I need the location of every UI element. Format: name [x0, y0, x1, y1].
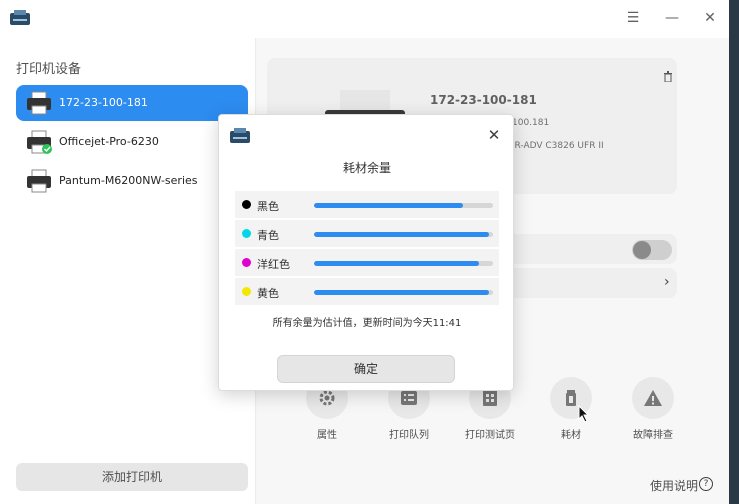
- printer-app-icon: [10, 10, 30, 25]
- supply-row-cyan: 青色: [235, 220, 499, 247]
- printer-item-pantum-m6200nw-series[interactable]: Pantum-M6200NW-series: [16, 163, 248, 199]
- dialog-title: 耗材余量: [342, 161, 391, 175]
- supply-level-fill: [314, 232, 490, 237]
- supply-color-dot: [242, 200, 251, 209]
- minimize-button[interactable]: —: [662, 9, 682, 27]
- supply-color-dot: [242, 287, 251, 296]
- ok-button[interactable]: 确定: [277, 355, 455, 383]
- supply-row-yellow: 黄色: [235, 278, 499, 305]
- supply-color-dot: [242, 229, 251, 238]
- printer-icon: [27, 91, 51, 115]
- printer-item-officejet-pro-6230[interactable]: Officejet-Pro-6230: [16, 124, 248, 160]
- printer-item-label: Officejet-Pro-6230: [59, 135, 159, 148]
- printer-name: 172-23-100-181: [430, 93, 537, 107]
- supply-color-dot: [242, 258, 251, 267]
- supply-name: 洋红色: [257, 258, 290, 271]
- action-label: 耗材: [561, 430, 581, 441]
- chevron-right-icon: ›: [664, 274, 670, 290]
- supply-name: 黄色: [257, 287, 279, 300]
- printer-model: iR-ADV C3826 UFR II: [512, 141, 604, 151]
- supply-level-bar: [314, 203, 493, 208]
- supplies-dialog: ✕ 耗材余量 黑色 青色 洋红色 黄色 所有余量为估计值，更新时间为今天11:4…: [218, 114, 514, 391]
- supplies-button[interactable]: 耗材: [536, 377, 606, 447]
- supply-level-bar: [314, 232, 493, 237]
- printer-app-icon: [230, 128, 250, 143]
- dialog-close-button[interactable]: ✕: [484, 125, 504, 145]
- troubleshoot-button[interactable]: 故障排查: [618, 377, 688, 447]
- sidebar-title: 打印机设备: [16, 62, 82, 77]
- supply-row-magenta: 洋红色: [235, 249, 499, 276]
- shared-toggle[interactable]: [632, 240, 672, 260]
- supply-level-bar: [314, 290, 493, 295]
- help-icon[interactable]: ?: [699, 477, 713, 491]
- title-bar: ☰ — ✕: [0, 0, 729, 38]
- supply-name: 青色: [257, 229, 279, 242]
- delete-printer-icon[interactable]: [663, 71, 673, 82]
- supply-level-fill: [314, 261, 479, 266]
- printer-icon: [27, 169, 51, 193]
- action-label: 属性: [317, 430, 337, 441]
- supply-row-black: 黑色: [235, 191, 499, 218]
- supply-list: 黑色 青色 洋红色 黄色: [235, 191, 499, 305]
- supply-name: 黑色: [257, 200, 279, 213]
- mouse-cursor-icon: [578, 405, 590, 423]
- action-label: 故障排查: [633, 430, 673, 441]
- help-link[interactable]: 使用说明: [650, 477, 698, 494]
- printer-item-label: Pantum-M6200NW-series: [59, 174, 198, 187]
- supply-estimate-note: 所有余量为估计值，更新时间为今天11:41: [272, 318, 462, 329]
- action-label: 打印队列: [389, 430, 429, 441]
- printer-ip: 100.181: [512, 118, 550, 128]
- supply-level-fill: [314, 203, 463, 208]
- supply-level-bar: [314, 261, 493, 266]
- supply-level-fill: [314, 290, 490, 295]
- add-printer-button[interactable]: 添加打印机: [16, 463, 248, 491]
- action-label: 打印测试页: [465, 430, 515, 441]
- printer-icon: [27, 130, 52, 154]
- printer-item-label: 172-23-100-181: [59, 96, 148, 109]
- close-window-button[interactable]: ✕: [700, 9, 720, 27]
- print-manager-window: ☰ — ✕ 打印机设备 172-23-100-181 Officejet-Pro…: [0, 0, 729, 504]
- toggle-knob: [633, 241, 651, 259]
- warning-icon: [632, 377, 674, 419]
- menu-button[interactable]: ☰: [623, 9, 643, 27]
- printer-item-172-23-100-181[interactable]: 172-23-100-181: [16, 85, 248, 121]
